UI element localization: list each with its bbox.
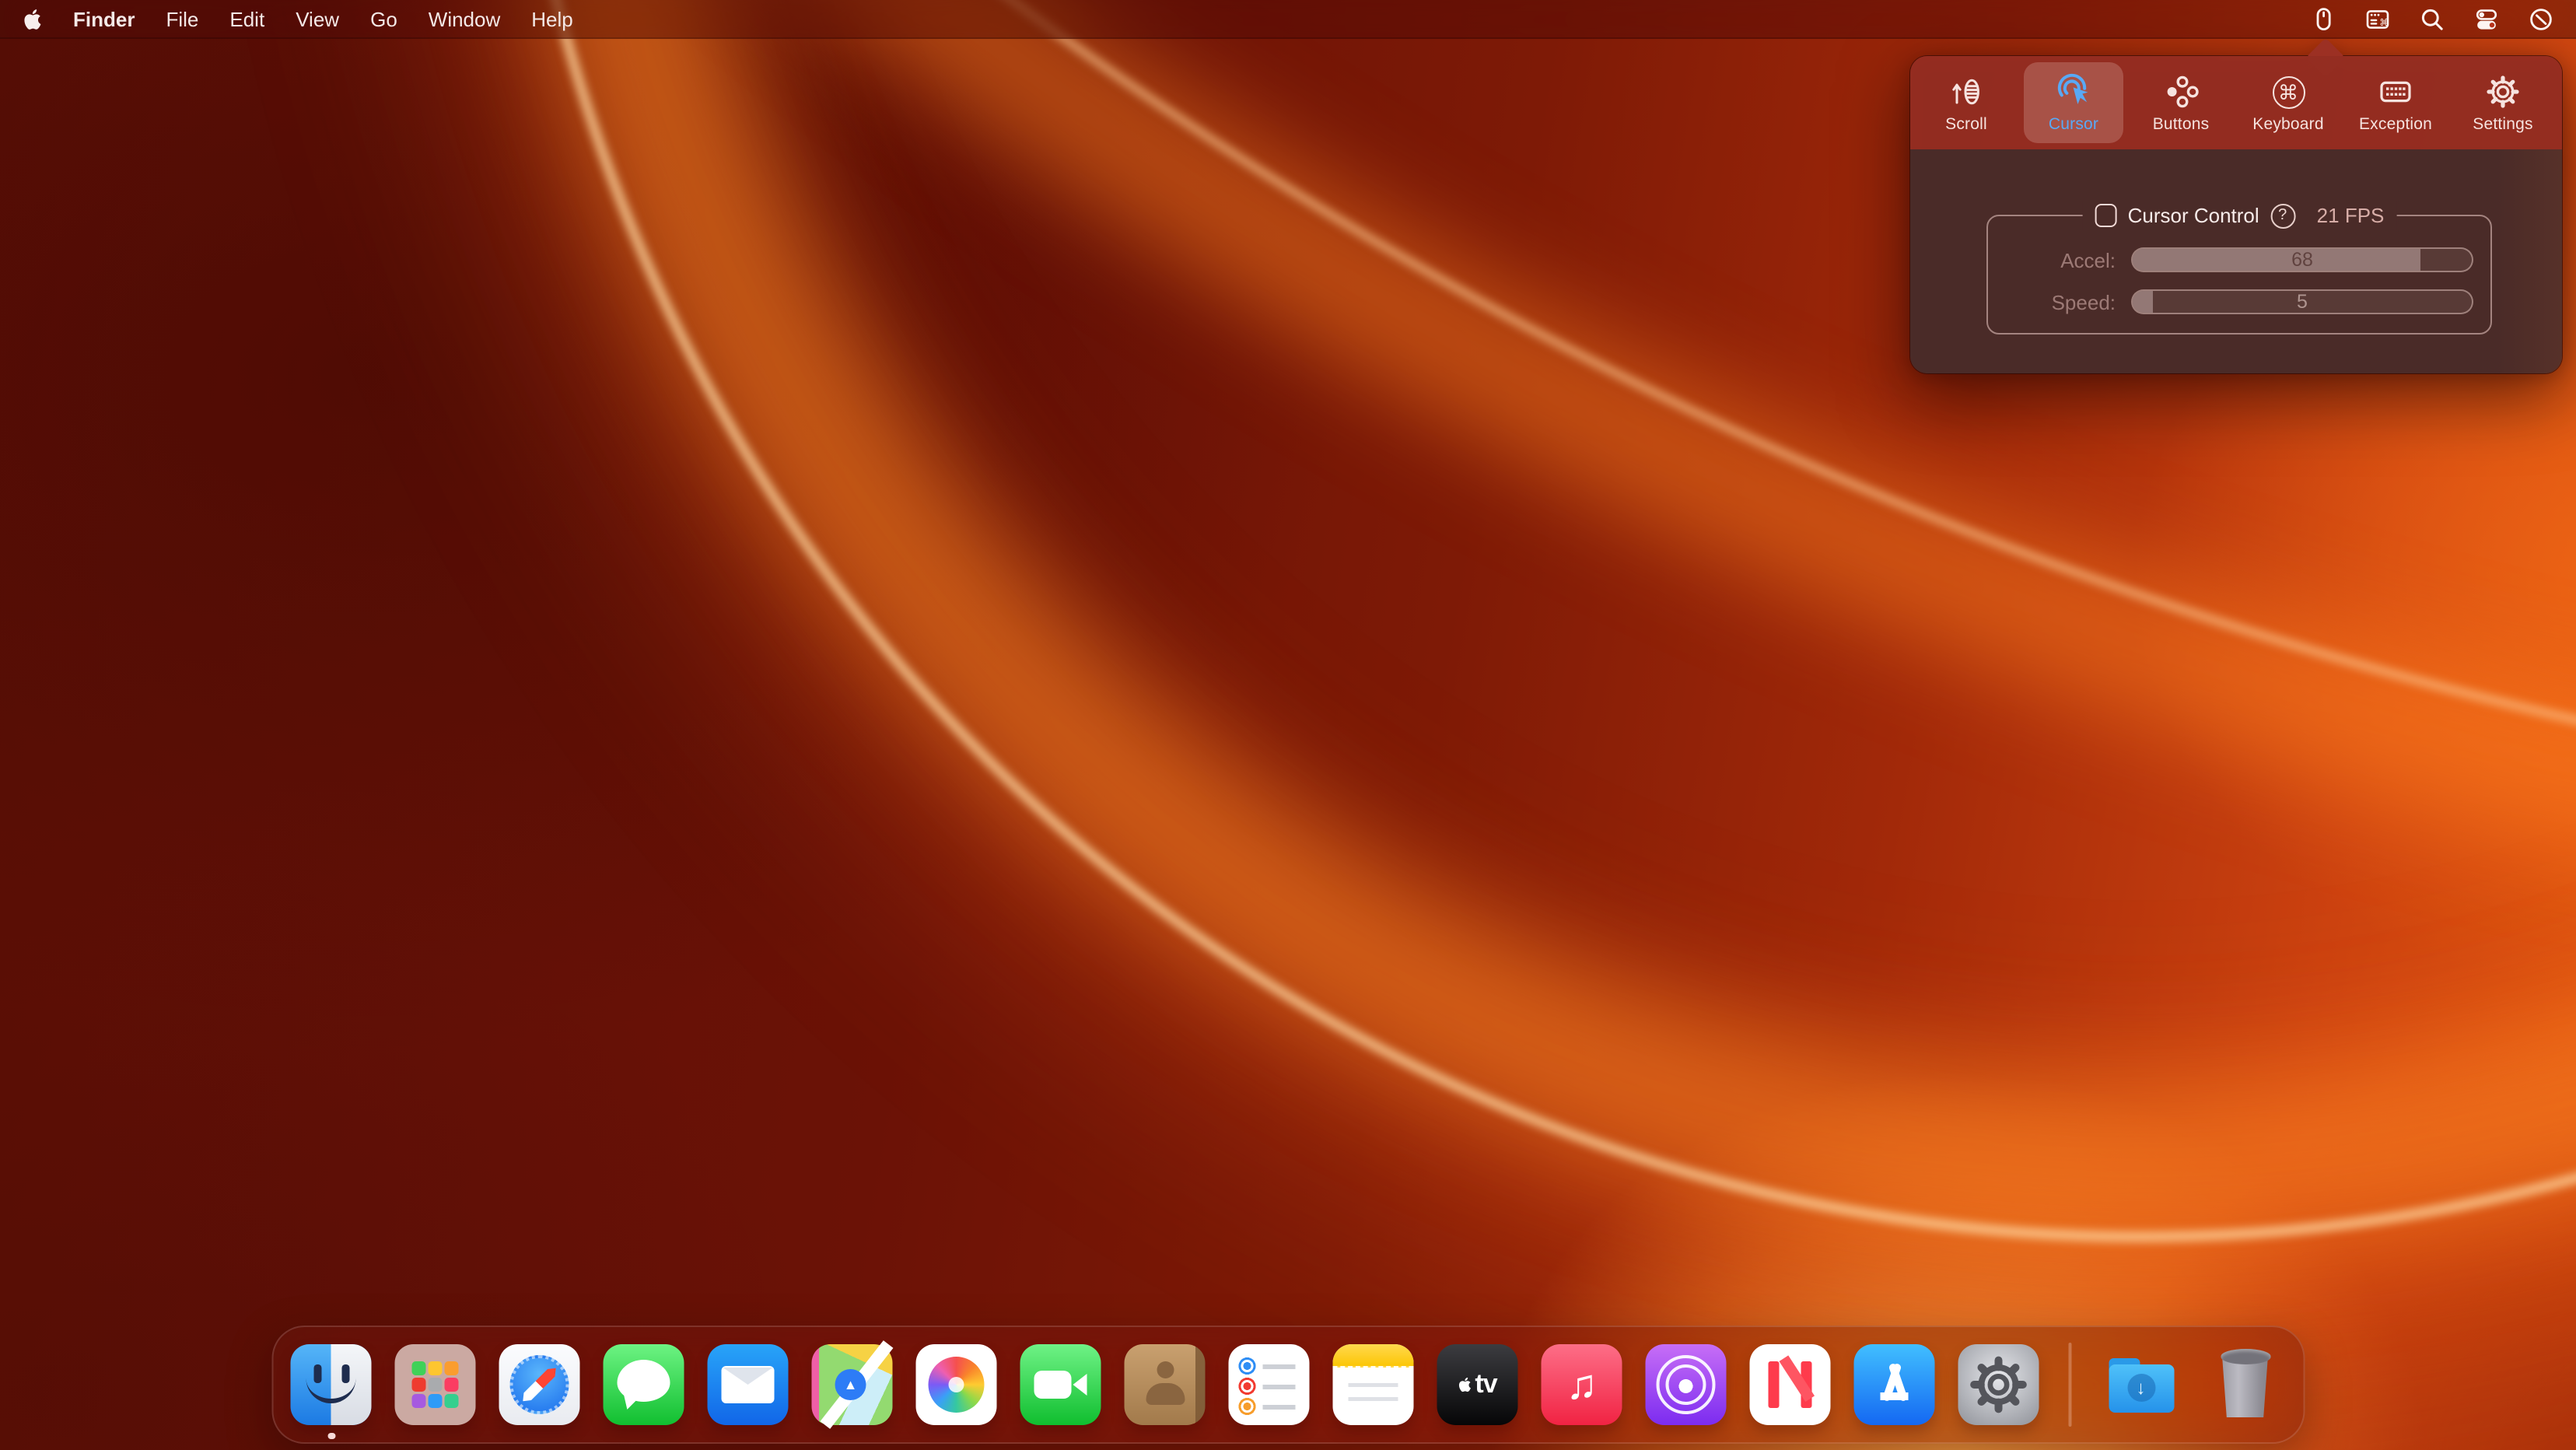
dock-item-music[interactable]: ♫ (1542, 1344, 1622, 1425)
settings-gear-icon (1968, 1354, 2030, 1416)
apple-menu-icon[interactable] (22, 6, 44, 31)
control-center-icon[interactable] (2472, 5, 2500, 32)
dock-divider (2069, 1343, 2071, 1427)
menu-bar: Finder File Edit View Go Window Help ⌘ (0, 0, 2576, 39)
dock-item-messages[interactable] (604, 1344, 684, 1425)
help-icon[interactable]: ? (2270, 203, 2295, 228)
download-arrow-icon: ↓ (2127, 1374, 2155, 1402)
maps-navigation-icon: ▲ (835, 1369, 866, 1400)
dock-item-photos[interactable] (916, 1344, 997, 1425)
menu-item-window[interactable]: Window (413, 0, 516, 38)
tab-settings[interactable]: Settings (2453, 62, 2553, 143)
dock-item-notes[interactable] (1333, 1344, 1414, 1425)
cursor-control-group: Cursor Control ? 21 FPS Accel: 68 Speed: (1986, 215, 2492, 334)
tab-exception[interactable]: Exception (2346, 62, 2445, 143)
apple-tv-label: tv (1475, 1369, 1496, 1400)
menu-item-go[interactable]: Go (355, 0, 413, 38)
dock-item-reminders[interactable] (1229, 1344, 1310, 1425)
keyboard-shortcuts-window-icon[interactable]: ⌘ (2363, 5, 2391, 32)
scroll-wheel-icon (1948, 72, 1985, 112)
dock-item-podcasts[interactable] (1646, 1344, 1727, 1425)
menu-item-finder[interactable]: Finder (58, 0, 150, 38)
speed-label: Speed: (1988, 290, 2116, 313)
dock-item-apple-tv[interactable]: tv (1437, 1344, 1518, 1425)
dock-item-downloads[interactable]: ↓ (2101, 1344, 2182, 1425)
mouse-buttons-icon (2162, 72, 2200, 112)
tab-cursor[interactable]: Cursor (2024, 62, 2123, 143)
desktop: Finder File Edit View Go Window Help ⌘ (0, 0, 2576, 1450)
menu-items: Finder File Edit View Go Window Help (58, 0, 589, 38)
tab-label: Exception (2359, 115, 2432, 134)
accel-label: Accel: (1988, 248, 2116, 271)
menu-item-edit[interactable]: Edit (214, 0, 280, 38)
speed-value: 5 (2133, 291, 2472, 313)
popover-body: Cursor Control ? 21 FPS Accel: 68 Speed: (1910, 149, 2562, 373)
cursor-control-checkbox[interactable] (2095, 205, 2117, 227)
dock-item-contacts[interactable] (1125, 1344, 1206, 1425)
dock-item-facetime[interactable] (1020, 1344, 1101, 1425)
dock-item-app-store[interactable] (1854, 1344, 1935, 1425)
dock-item-finder[interactable] (291, 1344, 372, 1425)
tab-label: Keyboard (2252, 115, 2324, 134)
status-icons: ⌘ (2308, 5, 2554, 32)
popover-tab-bar: Scroll Cursor Buttons ⌘ Keyboard (1910, 56, 2562, 149)
tab-label: Settings (2473, 115, 2533, 134)
tab-keyboard[interactable]: ⌘ Keyboard (2238, 62, 2338, 143)
dock-item-news[interactable] (1750, 1344, 1831, 1425)
gear-icon (2484, 72, 2522, 112)
fps-value: 21 FPS (2317, 204, 2385, 227)
tab-label: Buttons (2153, 115, 2210, 134)
menu-item-file[interactable]: File (150, 0, 214, 38)
dock-item-trash[interactable] (2205, 1344, 2286, 1425)
tab-label: Cursor (2049, 115, 2098, 134)
accel-value: 68 (2133, 249, 2472, 271)
tab-buttons[interactable]: Buttons (2131, 62, 2231, 143)
tab-scroll[interactable]: Scroll (1916, 62, 2016, 143)
mouse-icon[interactable] (2308, 5, 2336, 32)
speed-slider[interactable]: 5 (2131, 289, 2473, 314)
dock-item-launchpad[interactable] (395, 1344, 476, 1425)
accel-slider[interactable]: 68 (2131, 247, 2473, 272)
search-icon[interactable] (2417, 5, 2445, 32)
dock-item-mail[interactable] (708, 1344, 789, 1425)
apple-icon (1458, 1375, 1473, 1394)
command-key-icon: ⌘ (2272, 72, 2305, 112)
dock-item-safari[interactable] (499, 1344, 580, 1425)
cursor-control-label: Cursor Control (2128, 204, 2259, 227)
music-note-icon: ♫ (1566, 1364, 1598, 1406)
dock-item-system-settings[interactable] (1958, 1344, 2039, 1425)
do-not-disturb-icon[interactable] (2526, 5, 2554, 32)
keyboard-grid-icon (2377, 72, 2414, 112)
cursor-click-icon (2055, 72, 2092, 112)
accel-row: Accel: 68 (1988, 247, 2490, 272)
tab-label: Scroll (1945, 115, 1987, 134)
menu-item-help[interactable]: Help (516, 0, 589, 38)
finder-smile (306, 1377, 356, 1403)
dock-item-maps[interactable]: ▲ (812, 1344, 893, 1425)
mouse-settings-popover: Scroll Cursor Buttons ⌘ Keyboard (1910, 56, 2562, 373)
dock: ▲ tv ♫ ↓ (272, 1326, 2305, 1444)
speed-row: Speed: 5 (1988, 289, 2490, 314)
menu-item-view[interactable]: View (280, 0, 355, 38)
finder-running-indicator (328, 1432, 335, 1439)
cursor-control-legend: Cursor Control ? 21 FPS (2082, 201, 2397, 230)
svg-text:⌘: ⌘ (2378, 16, 2388, 27)
